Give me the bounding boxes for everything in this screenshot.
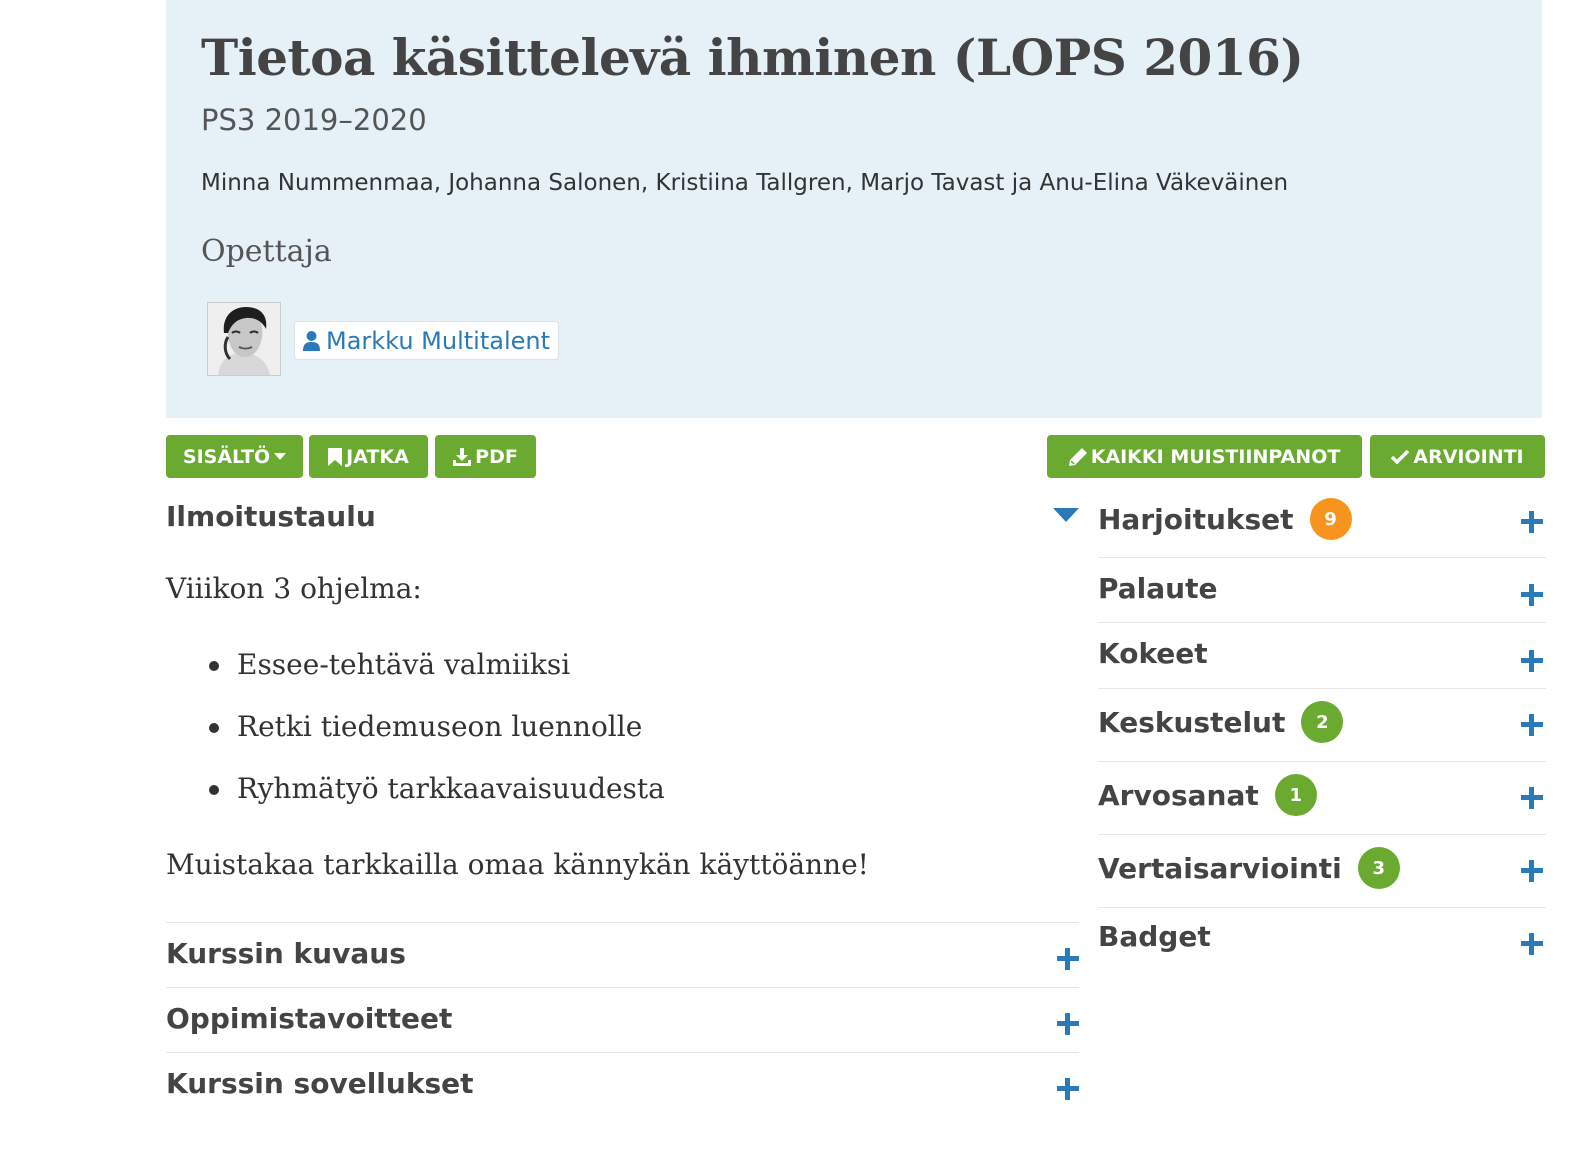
section-feedback[interactable]: Palaute [1098, 558, 1546, 623]
list-item-text: Ryhmätyö tarkkaavaisuudesta [237, 772, 665, 805]
section-label: Palaute [1098, 572, 1218, 605]
section-learning-objectives[interactable]: Oppimistavoitteet [166, 987, 1079, 1052]
teacher-heading: Opettaja [201, 234, 332, 269]
section-badges[interactable]: Badget [1098, 908, 1546, 972]
grading-button[interactable]: ARVIOINTI [1370, 435, 1545, 478]
all-notes-button-label: KAIKKI MUISTIINPANOT [1090, 445, 1341, 468]
count-badge: 3 [1357, 847, 1400, 889]
download-icon [453, 447, 472, 466]
plus-icon[interactable] [1521, 511, 1543, 533]
section-label: Harjoitukset [1098, 502, 1294, 536]
list-item: Ryhmätyö tarkkaavaisuudesta [166, 772, 665, 834]
plus-icon[interactable] [1521, 933, 1543, 955]
section-label: Badget [1098, 920, 1211, 953]
list-item-text: Essee-tehtävä valmiiksi [237, 648, 571, 681]
list-item-text: Retki tiedemuseon luennolle [237, 710, 643, 743]
continue-button-label: JATKA [346, 445, 409, 468]
count-badge: 1 [1274, 774, 1317, 816]
content-menu-button[interactable]: SISÄLTÖ [166, 435, 303, 478]
section-label-row: Arvosanat 1 [1098, 774, 1317, 816]
pencil-icon [1068, 447, 1087, 466]
section-label: Kurssin kuvaus [166, 937, 406, 970]
notice-list: Essee-tehtävä valmiiksi Retki tiedemuseo… [166, 648, 665, 834]
all-notes-button[interactable]: KAIKKI MUISTIINPANOT [1047, 435, 1362, 478]
notice-intro: Viiikon 3 ohjelma: [166, 572, 422, 605]
section-label-row: Harjoitukset 9 [1098, 498, 1352, 540]
section-label-row: Vertaisarviointi 3 [1098, 847, 1400, 889]
course-header: Tietoa käsittelevä ihminen (LOPS 2016) P… [166, 0, 1542, 418]
section-exams[interactable]: Kokeet [1098, 623, 1546, 689]
check-icon [1391, 449, 1410, 464]
section-label: Kurssin sovellukset [166, 1067, 474, 1100]
plus-icon[interactable] [1521, 714, 1543, 736]
plus-icon[interactable] [1521, 860, 1543, 882]
section-discussions[interactable]: Keskustelut 2 [1098, 689, 1546, 762]
continue-button[interactable]: JATKA [309, 435, 428, 478]
section-label: Arvosanat [1098, 778, 1259, 812]
plus-icon[interactable] [1521, 650, 1543, 672]
bullet-icon [209, 661, 219, 671]
bookmark-icon [328, 447, 343, 466]
section-label: Kokeet [1098, 637, 1208, 670]
plus-icon[interactable] [1521, 584, 1543, 606]
content-button-label: SISÄLTÖ [182, 445, 271, 468]
caret-down-icon [274, 452, 287, 461]
user-icon [303, 330, 320, 351]
section-peer-review[interactable]: Vertaisarviointi 3 [1098, 835, 1546, 908]
teacher-photo [208, 303, 280, 375]
plus-icon[interactable] [1057, 948, 1079, 970]
course-authors: Minna Nummenmaa, Johanna Salonen, Kristi… [201, 170, 1289, 196]
section-exercises[interactable]: Harjoitukset 9 [1098, 490, 1546, 558]
plus-icon[interactable] [1057, 1013, 1079, 1035]
list-item: Essee-tehtävä valmiiksi [166, 648, 665, 710]
section-label-row: Keskustelut 2 [1098, 701, 1344, 743]
grading-button-label: ARVIOINTI [1413, 445, 1524, 468]
notice-board-title: Ilmoitustaulu [166, 500, 376, 533]
pdf-button[interactable]: PDF [435, 435, 536, 478]
bullet-icon [209, 723, 219, 733]
course-code: PS3 2019–2020 [201, 103, 427, 137]
notice-outro: Muistakaa tarkkailla omaa kännykän käytt… [166, 848, 869, 881]
course-title: Tietoa käsittelevä ihminen (LOPS 2016) [201, 28, 1304, 87]
plus-icon[interactable] [1057, 1078, 1079, 1100]
count-badge: 9 [1309, 498, 1352, 540]
collapse-caret-icon[interactable] [1053, 508, 1079, 528]
section-label: Vertaisarviointi [1098, 851, 1342, 885]
teacher-name: Markku Multitalent [326, 326, 551, 355]
pdf-button-label: PDF [475, 445, 518, 468]
section-course-applications[interactable]: Kurssin sovellukset [166, 1052, 1079, 1117]
section-label: Keskustelut [1098, 705, 1286, 739]
course-page: Tietoa käsittelevä ihminen (LOPS 2016) P… [0, 0, 1585, 1156]
teacher-avatar[interactable] [207, 302, 281, 376]
bullet-icon [209, 785, 219, 795]
count-badge: 2 [1301, 701, 1344, 743]
section-label: Oppimistavoitteet [166, 1002, 453, 1035]
teacher-link[interactable]: Markku Multitalent [294, 321, 560, 360]
section-course-description[interactable]: Kurssin kuvaus [166, 922, 1079, 987]
section-grades[interactable]: Arvosanat 1 [1098, 762, 1546, 835]
plus-icon[interactable] [1521, 787, 1543, 809]
list-item: Retki tiedemuseon luennolle [166, 710, 665, 772]
